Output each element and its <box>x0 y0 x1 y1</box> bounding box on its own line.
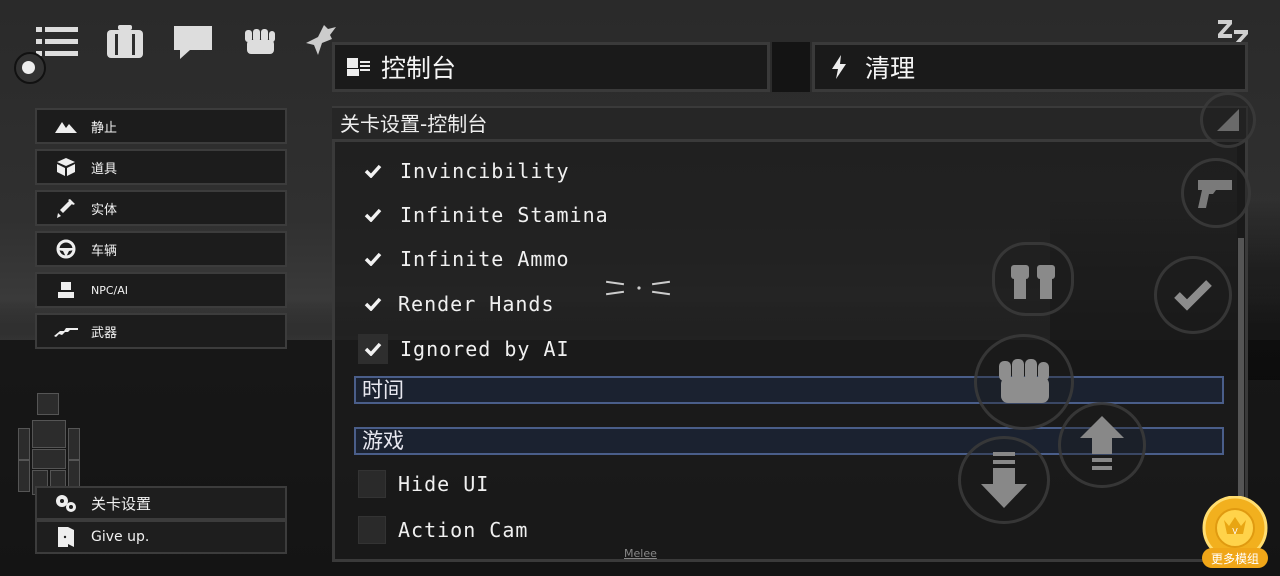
header-separator <box>772 42 810 92</box>
bottom-menu: 关卡设置 Give up. <box>35 486 287 554</box>
console-header[interactable]: 控制台 <box>332 42 770 92</box>
checkmark-icon[interactable] <box>358 289 388 319</box>
crosshair-icon <box>605 280 672 296</box>
option-label: Action Cam <box>398 518 529 542</box>
npc-icon <box>49 282 83 298</box>
clear-button[interactable]: 清理 <box>812 42 1248 92</box>
option-label: Infinite Stamina <box>400 203 609 227</box>
mountain-icon <box>49 119 83 133</box>
category-label: 车辆 <box>91 243 118 259</box>
option-action-cam[interactable]: Action Cam <box>358 512 528 548</box>
category-menu: 静止 道具 实体 车辆 NPC/AI 武器 <box>35 108 287 354</box>
option-label: Hide UI <box>398 472 490 496</box>
option-hide-ui[interactable]: Hide UI <box>358 466 489 502</box>
give-up-button[interactable]: Give up. <box>35 520 287 554</box>
section-time: 时间 <box>354 376 1224 404</box>
door-icon <box>49 527 83 547</box>
category-label: 道具 <box>91 161 118 177</box>
joystick-dot[interactable] <box>14 52 46 84</box>
syringe-icon <box>49 198 83 218</box>
menu-list-icon[interactable] <box>36 22 78 62</box>
confirm-check-icon[interactable] <box>1154 256 1232 334</box>
option-label: Render Hands <box>398 292 555 316</box>
clear-label: 清理 <box>865 54 916 83</box>
checkmark-icon[interactable] <box>358 244 388 274</box>
category-weapons[interactable]: 武器 <box>35 313 287 349</box>
rifle-icon <box>49 324 83 338</box>
chat-icon[interactable] <box>172 22 214 62</box>
category-label: 实体 <box>91 202 118 218</box>
option-invincibility[interactable]: Invincibility <box>358 153 570 189</box>
crouch-down-arrow-icon[interactable] <box>958 436 1050 524</box>
body-silhouette <box>18 393 80 495</box>
jump-up-arrow-icon[interactable] <box>1058 402 1146 488</box>
steering-wheel-icon <box>49 239 83 259</box>
gears-icon <box>49 494 83 512</box>
console-icon <box>347 57 371 77</box>
category-npc[interactable]: NPC/AI <box>35 272 287 308</box>
category-props[interactable]: 道具 <box>35 149 287 185</box>
option-label: Invincibility <box>400 159 570 183</box>
option-label: Ignored by AI <box>400 337 570 361</box>
console-label: 控制台 <box>381 54 457 83</box>
category-vehicles[interactable]: 车辆 <box>35 231 287 267</box>
more-mods-label: 更多模组 <box>1210 552 1259 566</box>
melee-label[interactable]: Melee <box>624 547 657 560</box>
option-label: Infinite Ammo <box>400 247 570 271</box>
option-ignored-by-ai[interactable]: Ignored by AI <box>358 331 570 367</box>
svg-text:V: V <box>1232 527 1238 536</box>
option-infinite-ammo[interactable]: Infinite Ammo <box>358 241 570 277</box>
checkbox-unchecked[interactable] <box>358 470 386 498</box>
suitcase-icon[interactable] <box>104 22 146 62</box>
category-label: NPC/AI <box>91 283 129 297</box>
checkmark-icon[interactable] <box>358 156 388 186</box>
lightning-icon <box>831 55 847 79</box>
category-entities[interactable]: 实体 <box>35 190 287 226</box>
option-render-hands[interactable]: Render Hands <box>358 286 555 322</box>
fist-icon[interactable] <box>238 22 280 62</box>
checkmark-icon[interactable] <box>358 334 388 364</box>
more-mods-badge[interactable]: V 更多模组 <box>1200 495 1270 570</box>
punch-fist-icon[interactable] <box>974 334 1074 430</box>
option-infinite-stamina[interactable]: Infinite Stamina <box>358 197 609 233</box>
triangle-button[interactable] <box>1200 92 1256 148</box>
category-static[interactable]: 静止 <box>35 108 287 144</box>
level-settings-label: 关卡设置 <box>91 494 152 513</box>
panel-title: 关卡设置-控制台 <box>332 108 1246 142</box>
pistol-icon[interactable] <box>1181 158 1251 228</box>
grab-hands-icon[interactable] <box>992 242 1074 316</box>
category-label: 静止 <box>91 120 118 136</box>
checkbox-unchecked[interactable] <box>358 516 386 544</box>
box-icon <box>49 158 83 176</box>
checkmark-icon[interactable] <box>358 200 388 230</box>
level-settings-button[interactable]: 关卡设置 <box>35 486 287 520</box>
category-label: 武器 <box>91 325 118 341</box>
give-up-label: Give up. <box>91 529 150 545</box>
